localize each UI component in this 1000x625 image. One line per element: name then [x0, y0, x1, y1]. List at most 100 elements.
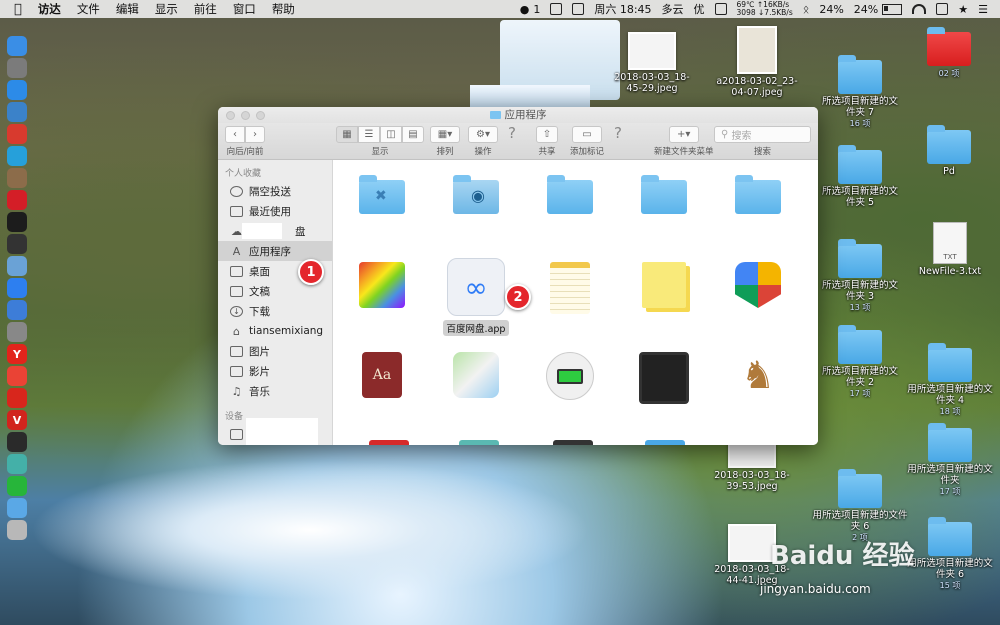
dock-app-icon[interactable] — [7, 58, 27, 78]
menu-file[interactable]: 文件 — [77, 1, 100, 17]
folder-item[interactable] — [629, 175, 699, 214]
app-item-partial[interactable] — [553, 440, 593, 445]
dock-app-icon[interactable] — [7, 388, 27, 408]
airplay-icon[interactable] — [572, 3, 585, 15]
scrip-icon[interactable] — [936, 3, 949, 15]
desktop-folder[interactable]: Pd — [920, 125, 978, 177]
clock[interactable]: 周六 18:45 — [594, 1, 651, 17]
menu-window[interactable]: 窗口 — [233, 1, 256, 17]
folder-item[interactable]: ✖ — [347, 175, 417, 214]
folder-item[interactable] — [535, 175, 605, 214]
help-icon-1[interactable]: ? — [508, 124, 516, 142]
desktop-file[interactable]: 2018-03-03_18-45-29.jpeg — [614, 32, 690, 94]
sidebar-item-airdrop[interactable]: 隔空投送 — [218, 181, 332, 201]
folder-item[interactable]: ◉ — [441, 175, 511, 214]
dock-app-icon[interactable] — [7, 146, 27, 166]
air-quality[interactable]: 优 — [694, 1, 705, 17]
app-item[interactable]: Aa — [347, 352, 417, 398]
app-item[interactable] — [441, 352, 511, 398]
arrange-button[interactable]: ▦▾ — [430, 126, 460, 143]
dock-app-icon[interactable] — [7, 300, 27, 320]
sidebar-item-home[interactable]: ⌂ tiansemixiang — [218, 321, 332, 341]
menu-help[interactable]: 帮助 — [272, 1, 295, 17]
action-button[interactable]: ⚙▾ — [468, 126, 498, 143]
dock-app-icon[interactable] — [7, 212, 27, 232]
app-item-partial[interactable] — [369, 440, 409, 445]
dock-app-icon[interactable] — [7, 476, 27, 496]
desktop-folder[interactable]: 所选项目新建的文件夹 7 16 项 — [818, 55, 902, 129]
help-icon-2[interactable]: ? — [614, 124, 622, 142]
desktop-folder[interactable]: 所选项目新建的文件夹 5 — [818, 145, 902, 208]
tag-button[interactable]: ▭ — [572, 126, 602, 143]
forward-button[interactable]: › — [245, 126, 265, 143]
desktop-folder[interactable]: 所选项目新建的文件夹 3 13 项 — [818, 239, 902, 313]
menu-go[interactable]: 前往 — [194, 1, 217, 17]
battery-status[interactable]: 24% — [854, 3, 903, 16]
stack-icon[interactable] — [714, 3, 727, 15]
notification-center-icon[interactable]: ☰ — [978, 3, 988, 16]
sidebar-item-recents[interactable]: 最近使用 — [218, 201, 332, 221]
desktop-folder[interactable]: 02 项 — [920, 27, 978, 79]
apple-menu-icon[interactable]:  — [14, 2, 22, 17]
bluetooth-icon[interactable]: ᛟ — [803, 3, 810, 16]
desktop-file[interactable]: TXT NewFile-3.txt — [910, 222, 990, 277]
menu-edit[interactable]: 编辑 — [116, 1, 139, 17]
desktop-file[interactable]: a2018-03-02_23-04-07.jpeg — [716, 26, 798, 98]
dock-app-icon[interactable] — [7, 124, 27, 144]
zoom-button[interactable] — [256, 111, 265, 120]
sidebar-item-movies[interactable]: 影片 — [218, 361, 332, 381]
desktop-folder[interactable]: 所选项目新建的文件夹 2 17 项 — [818, 325, 902, 399]
app-menu[interactable]: 访达 — [38, 1, 61, 17]
app-item-partial[interactable] — [459, 440, 499, 445]
minimize-button[interactable] — [241, 111, 250, 120]
app-item[interactable] — [629, 262, 699, 308]
app-item[interactable] — [723, 262, 793, 308]
dock-app-icon[interactable] — [7, 36, 27, 56]
app-item[interactable] — [629, 352, 699, 404]
close-button[interactable] — [226, 111, 235, 120]
search-field[interactable]: ⚲ 搜索 — [714, 126, 811, 143]
dock-app-icon[interactable]: V — [7, 410, 27, 430]
sidebar-item-device[interactable] — [218, 418, 332, 445]
sidebar-item-applications[interactable]: A 应用程序 — [218, 241, 332, 261]
battery-percent-1[interactable]: 24% — [819, 3, 843, 16]
app-item[interactable]: ♞ — [723, 352, 793, 398]
new-folder-button[interactable]: +▾ — [668, 126, 699, 143]
dock-app-icon[interactable] — [7, 256, 27, 276]
star-icon[interactable]: ★ — [958, 3, 968, 16]
dock-app-icon[interactable] — [7, 190, 27, 210]
back-button[interactable]: ‹ — [225, 126, 245, 143]
desktop-folder[interactable]: 用所选项目新建的文件夹 6 15 项 — [904, 517, 996, 591]
gallery-view-button[interactable]: ▤ — [402, 126, 424, 143]
dock-app-icon[interactable]: Y — [7, 344, 27, 364]
app-item[interactable] — [535, 262, 605, 314]
dock-app-icon[interactable] — [7, 432, 27, 452]
wifi-icon[interactable] — [912, 4, 927, 14]
sidebar-item-icloud[interactable]: ☁ 盘 — [218, 221, 332, 241]
app-item-partial[interactable] — [645, 440, 685, 445]
dock-app-icon[interactable] — [7, 520, 27, 540]
dock-app-icon[interactable] — [7, 322, 27, 342]
weather[interactable]: 多云 — [662, 1, 684, 17]
app-item-baidu-netdisk[interactable]: ∞ 百度网盘.app — [437, 258, 515, 336]
window-titlebar[interactable]: 应用程序 — [218, 107, 818, 123]
app-item[interactable] — [347, 262, 417, 308]
menu-view[interactable]: 显示 — [155, 1, 178, 17]
dock-app-icon[interactable] — [7, 234, 27, 254]
screen-icon[interactable] — [550, 3, 563, 15]
share-button[interactable]: ⇧ — [536, 126, 558, 143]
wechat-status[interactable]: ● 1 — [520, 3, 541, 16]
system-monitor[interactable]: 69℃ ↑16KB/s 3098 ↓7.5KB/s — [737, 1, 793, 17]
column-view-button[interactable]: ◫ — [380, 126, 402, 143]
sidebar-item-pictures[interactable]: 图片 — [218, 341, 332, 361]
app-item[interactable] — [535, 352, 605, 400]
list-view-button[interactable]: ☰ — [358, 126, 380, 143]
dock-app-icon[interactable] — [7, 80, 27, 100]
icon-view-button[interactable]: ▦ — [336, 126, 358, 143]
dock-app-icon[interactable] — [7, 102, 27, 122]
dock-app-icon[interactable] — [7, 168, 27, 188]
sidebar-item-downloads[interactable]: ↓ 下载 — [218, 301, 332, 321]
dock-app-icon[interactable] — [7, 498, 27, 518]
dock-app-icon[interactable] — [7, 278, 27, 298]
desktop-folder[interactable]: 用所选项目新建的文件夹 4 18 项 — [904, 343, 996, 417]
